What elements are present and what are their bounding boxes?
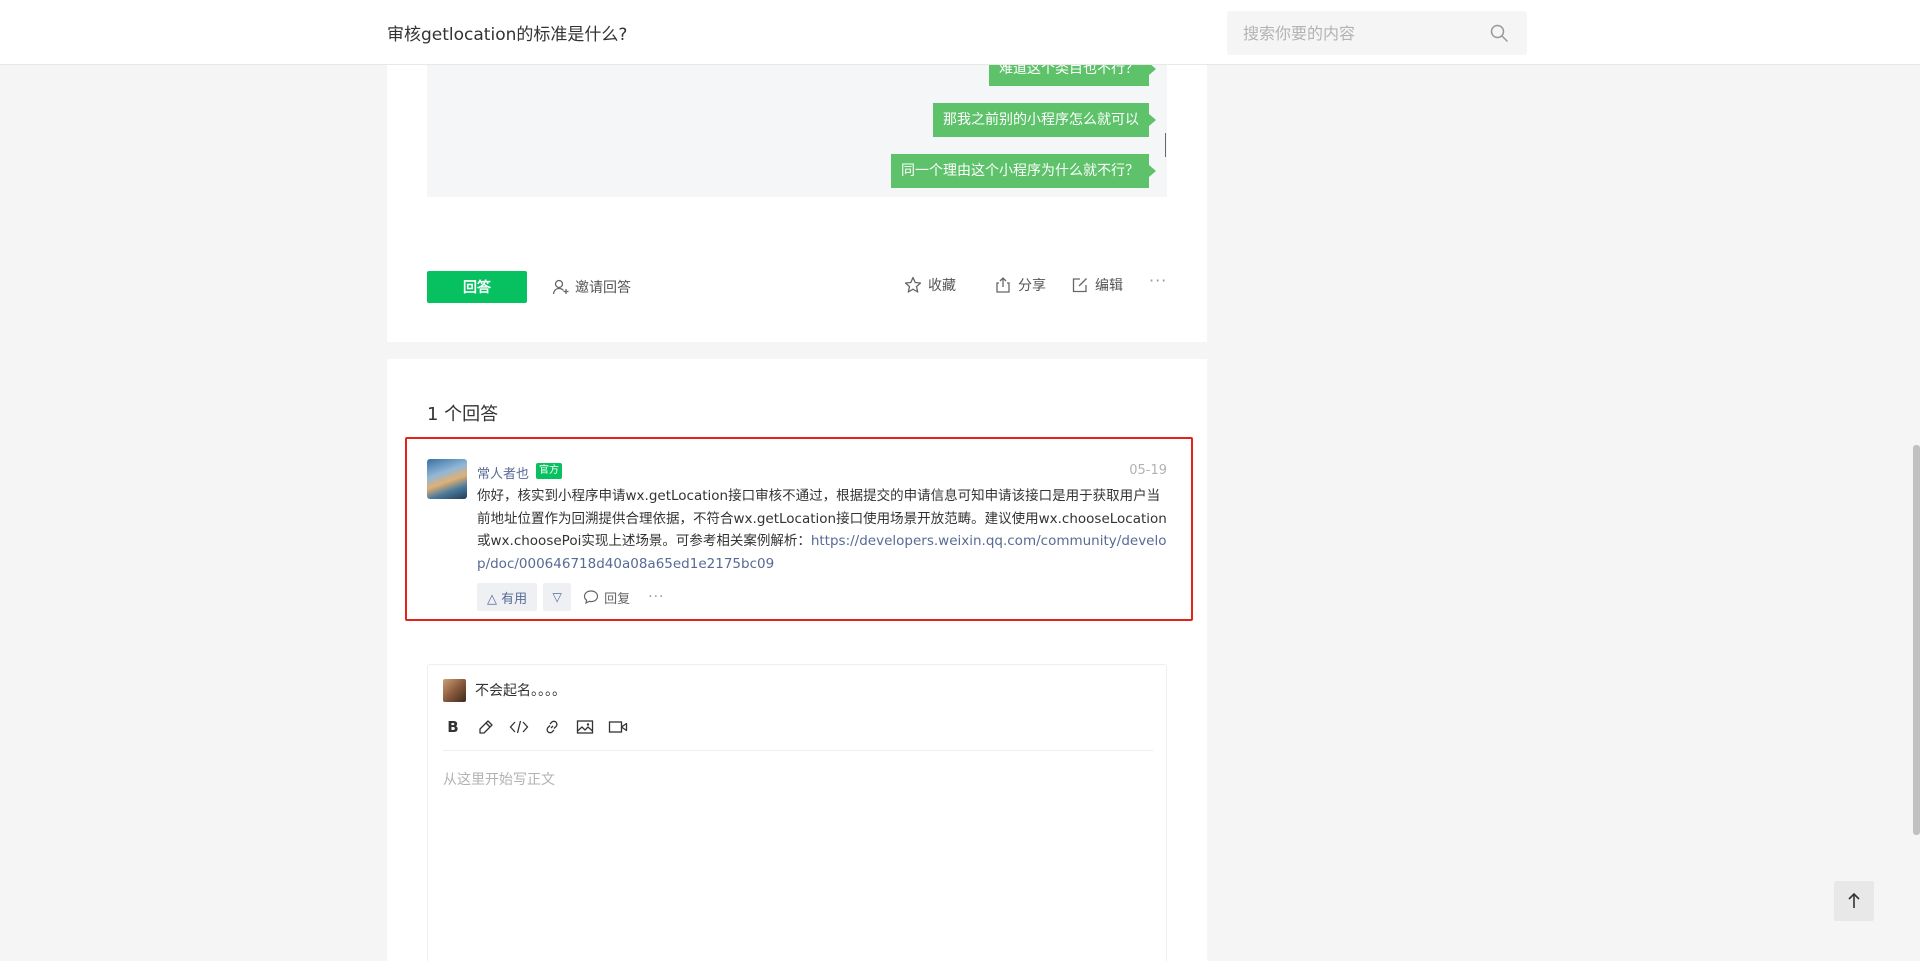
author-name[interactable]: 常人者也 xyxy=(477,463,529,482)
reply-editor: 不会起名。。。。 B xyxy=(427,664,1167,961)
reply-label: 回复 xyxy=(604,591,631,607)
code-icon xyxy=(509,720,529,734)
star-icon xyxy=(904,276,922,293)
edit-icon xyxy=(1072,278,1087,293)
reply-button[interactable]: 回复 xyxy=(583,588,630,607)
scrollbar-thumb[interactable] xyxy=(1913,445,1920,835)
invite-answer-button[interactable]: 邀请回答 xyxy=(552,277,631,297)
chat-bubble: 难道这个类目也不行？ xyxy=(989,65,1156,86)
answers-card: 1 个回答 常人者也 官方 05-19 你好，核实到小程序申请wx.getLoc… xyxy=(387,359,1207,961)
chat-bubble: 同一个理由这个小程序为什么就不行？ xyxy=(891,154,1156,188)
edit-button[interactable]: 编辑 xyxy=(1071,275,1123,295)
share-label: 分享 xyxy=(1018,278,1046,294)
official-badge: 官方 xyxy=(536,463,562,479)
pen-icon xyxy=(479,720,493,734)
video-button[interactable] xyxy=(608,717,628,737)
image-button[interactable] xyxy=(575,717,595,737)
editor-toolbar: B xyxy=(443,717,628,737)
bold-button[interactable]: B xyxy=(443,717,463,737)
image-icon xyxy=(576,720,594,734)
arrow-up-icon xyxy=(1848,892,1860,908)
editor-textarea[interactable] xyxy=(443,769,1153,959)
answer-item: 常人者也 官方 05-19 你好，核实到小程序申请wx.getLocation接… xyxy=(405,437,1193,621)
answer-actions: △ 有用 ▽ 回复 ··· xyxy=(477,583,665,611)
useful-button[interactable]: △ 有用 xyxy=(477,583,538,611)
invite-answer-label: 邀请回答 xyxy=(575,280,631,296)
search-box[interactable] xyxy=(1227,11,1527,55)
chat-bubble: 那我之前别的小程序怎么就可以 xyxy=(933,103,1156,137)
favorite-button[interactable]: 收藏 xyxy=(904,275,956,295)
back-to-top-button[interactable] xyxy=(1834,881,1874,921)
video-icon xyxy=(608,721,628,733)
link-icon xyxy=(546,720,558,734)
editor-divider xyxy=(443,750,1153,751)
share-icon xyxy=(996,277,1010,293)
highlight-button[interactable] xyxy=(476,717,496,737)
search-input[interactable] xyxy=(1243,11,1483,55)
question-more-button[interactable]: ··· xyxy=(1149,271,1167,290)
user-name: 不会起名。。。。 xyxy=(475,683,566,699)
answer-count: 1 个回答 xyxy=(427,404,499,425)
question-card: 难道这个类目也不行？ 那我之前别的小程序怎么就可以 同一个理由这个小程序为什么就… xyxy=(387,65,1207,342)
add-user-icon xyxy=(552,279,569,295)
code-button[interactable] xyxy=(509,717,529,737)
link-button[interactable] xyxy=(542,717,562,737)
search-icon[interactable] xyxy=(1489,23,1509,43)
favorite-label: 收藏 xyxy=(928,278,956,294)
user-avatar xyxy=(443,679,466,702)
answer-body: 你好，核实到小程序申请wx.getLocation接口审核不通过，根据提交的申请… xyxy=(477,485,1167,575)
comment-icon xyxy=(584,590,599,605)
page-title: 审核getlocation的标准是什么? xyxy=(387,25,628,45)
answer-button[interactable]: 回答 xyxy=(427,271,527,303)
avatar[interactable] xyxy=(427,459,467,499)
text-cursor xyxy=(1165,133,1166,157)
question-image-chat: 难道这个类目也不行？ 那我之前别的小程序怎么就可以 同一个理由这个小程序为什么就… xyxy=(427,65,1167,197)
top-header: 审核getlocation的标准是什么? xyxy=(0,0,1920,65)
downvote-button[interactable]: ▽ xyxy=(543,583,572,611)
answer-more-button[interactable]: ··· xyxy=(648,589,664,605)
edit-label: 编辑 xyxy=(1095,278,1123,294)
share-button[interactable]: 分享 xyxy=(994,275,1046,295)
answer-date: 05-19 xyxy=(1129,463,1167,478)
